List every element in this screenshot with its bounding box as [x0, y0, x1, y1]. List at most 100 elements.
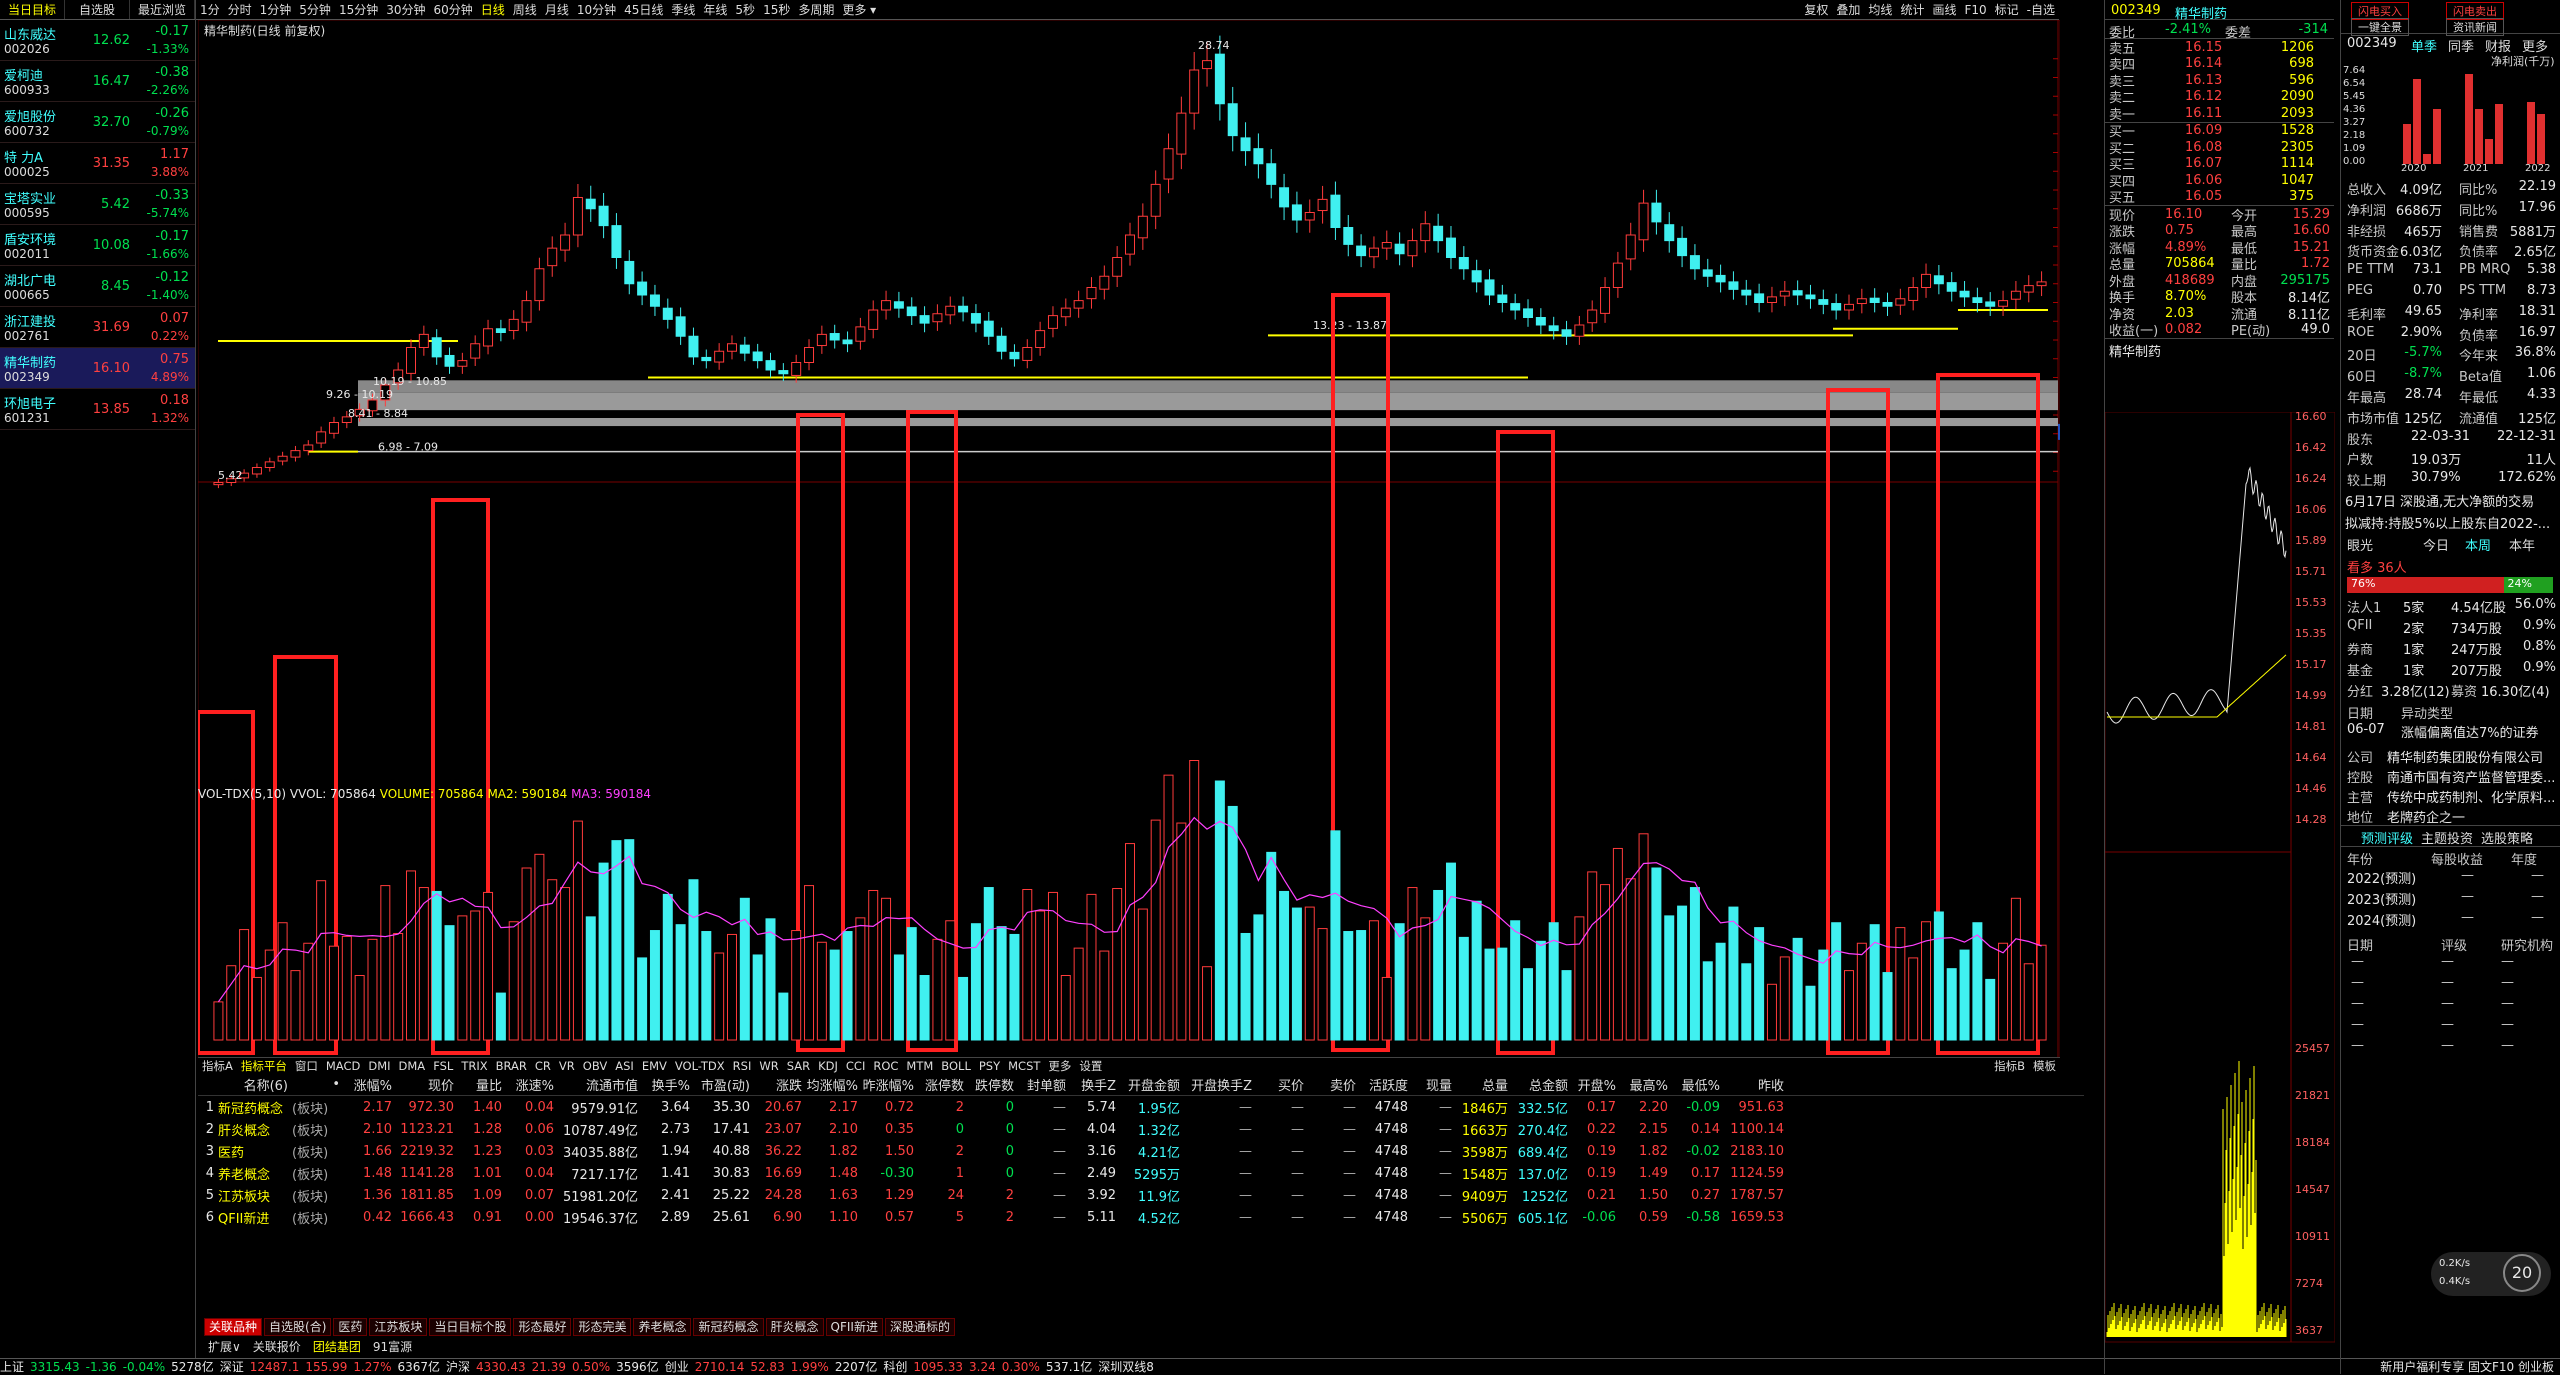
column-header[interactable]: 换手% [642, 1075, 694, 1094]
expand-item[interactable]: 91富源 [369, 1338, 416, 1355]
sentiment-tab[interactable]: 本年 [2509, 535, 2535, 554]
section-tab[interactable]: 形态最好 [513, 1318, 572, 1336]
indicator-tab[interactable]: MACD [322, 1058, 364, 1073]
section-tab[interactable]: 关联品种 [204, 1318, 263, 1336]
order-level[interactable]: 买五 16.05 375 [2105, 189, 2334, 206]
indicator-tab[interactable]: BOLL [937, 1058, 975, 1073]
order-level[interactable]: 卖五 16.15 1206 [2105, 39, 2334, 57]
order-level[interactable]: 买三 16.07 1114 [2105, 156, 2334, 173]
column-header[interactable]: • [292, 1077, 344, 1092]
period-tab[interactable]: 30分钟 [382, 1, 429, 18]
column-header[interactable]: 开盘% [1572, 1075, 1620, 1094]
period-tab[interactable]: 60分钟 [430, 1, 477, 18]
column-header[interactable]: 均涨幅% [806, 1075, 862, 1094]
fin-tab[interactable]: 单季 [2411, 36, 2437, 55]
indicator-tab[interactable]: RSI [729, 1058, 756, 1073]
column-header[interactable]: 昨涨幅% [862, 1075, 918, 1094]
indicator-tab[interactable]: TRIX [457, 1058, 491, 1073]
indicator-tab[interactable]: 设置 [1075, 1058, 1106, 1073]
expand-item[interactable]: 扩展∨ [204, 1338, 245, 1355]
period-tab[interactable]: 10分钟 [573, 1, 620, 18]
indicator-tab[interactable]: MCST [1004, 1058, 1044, 1073]
indicator-tab[interactable]: CR [531, 1058, 555, 1073]
vol-indicator-name[interactable]: VOL-TDX(5,10) [198, 787, 286, 801]
order-level[interactable]: 买四 16.06 1047 [2105, 172, 2334, 190]
fin-tab[interactable]: 更多 [2522, 36, 2548, 55]
section-tab[interactable]: QFII新进 [825, 1318, 883, 1336]
column-header[interactable]: 换手Z [1070, 1075, 1120, 1094]
section-tab[interactable]: 深股通标的 [884, 1318, 955, 1336]
order-level[interactable]: 买一 16.09 1528 [2105, 123, 2334, 140]
watchlist-row[interactable]: 宝塔实业 000595 5.42 -0.33 -5.74% [0, 184, 195, 225]
network-speed-widget[interactable]: 0.2K/s 0.4K/s 20 [2431, 1252, 2551, 1296]
watchlist-row[interactable]: 湖北广电 000665 8.45 -0.12 -1.40% [0, 266, 195, 307]
section-tab[interactable]: 自选股(合) [264, 1318, 332, 1336]
section-tab[interactable]: 肝炎概念 [765, 1318, 824, 1336]
watchlist-tab[interactable]: 自选股 [65, 0, 130, 19]
column-header[interactable]: 现量 [1412, 1075, 1456, 1094]
table-row[interactable]: 3 医药 (板块) 1.66 2219.32 1.23 0.03 34035.88亿 1.94 4… [198, 1140, 2084, 1162]
kline-chart[interactable]: 28.0027.0026.0025.0024.0023.0022.0021.00… [198, 20, 2060, 1060]
period-tab[interactable]: 日线 [477, 1, 509, 18]
watchlist-row[interactable]: 山东威达 002026 12.62 -0.17 -1.33% [0, 20, 195, 61]
column-header[interactable]: 涨速% [506, 1075, 558, 1094]
news-item[interactable]: 6月17日 深股通,无大净额的交易 [2341, 489, 2560, 511]
column-header[interactable]: 昨收 [1724, 1075, 1788, 1094]
watchlist-tab[interactable]: 当日目标 [0, 0, 65, 19]
watchlist-row[interactable]: 环旭电子 601231 13.85 0.18 1.32% [0, 389, 195, 430]
intraday-mini-chart[interactable]: 16.60 16.42 16.24 16.06 15.89 15.71 15.53 15.35… [2105, 412, 2335, 1362]
indicator-tab[interactable]: PSY [975, 1058, 1004, 1073]
period-tab[interactable]: 45日线 [620, 1, 667, 18]
fin-tab[interactable]: 同季 [2448, 36, 2474, 55]
watchlist-row[interactable]: 爱旭股份 600732 32.70 -0.26 -0.79% [0, 102, 195, 143]
period-tab[interactable]: 分时 [224, 1, 256, 18]
column-header[interactable]: 量比 [458, 1075, 506, 1094]
indicator-tab[interactable]: 指标B [1990, 1058, 2029, 1073]
period-tab[interactable]: 1分 [196, 1, 224, 18]
section-tab[interactable]: 当日目标个股 [429, 1318, 512, 1336]
period-tab[interactable]: 周线 [509, 1, 541, 18]
column-header[interactable]: 名称(6) [218, 1075, 292, 1094]
indicator-tab[interactable]: 指标平台 [237, 1058, 291, 1073]
indicator-tab[interactable]: 模板 [2029, 1058, 2060, 1073]
column-header[interactable]: 涨幅% [344, 1075, 396, 1094]
section-tab[interactable]: 形态完美 [573, 1318, 632, 1336]
toolbar-button[interactable]: 均线 [1864, 1, 1896, 18]
indicator-tab[interactable]: WR [755, 1058, 782, 1073]
indicator-tab[interactable]: VR [555, 1058, 579, 1073]
watchlist-row[interactable]: 浙江建投 002761 31.69 0.07 0.22% [0, 307, 195, 348]
column-header[interactable]: 买价 [1256, 1075, 1308, 1094]
period-tab[interactable]: 5分钟 [295, 1, 335, 18]
table-row[interactable]: 6 QFII新进 (板块) 0.42 1666.43 0.91 0.00 19546.37亿 2… [198, 1206, 2084, 1228]
column-header[interactable]: 涨停数 [918, 1075, 968, 1094]
indicator-tab[interactable]: DMA [395, 1058, 430, 1073]
period-tab[interactable]: 5秒 [731, 1, 759, 18]
column-header[interactable]: 流通市值 [558, 1075, 642, 1094]
sentiment-tab[interactable]: 今日 [2423, 535, 2449, 554]
order-level[interactable]: 卖二 16.12 2090 [2105, 89, 2334, 106]
toolbar-button[interactable]: 统计 [1896, 1, 1928, 18]
period-tab[interactable]: 月线 [541, 1, 573, 18]
period-tab[interactable]: 15秒 [759, 1, 794, 18]
indicator-tab[interactable]: SAR [783, 1058, 814, 1073]
column-header[interactable]: 市盈(动) [694, 1075, 754, 1094]
watchlist-row[interactable]: 精华制药 002349 16.10 0.75 4.89% [0, 348, 195, 389]
section-tab[interactable]: 新冠药概念 [693, 1318, 764, 1336]
sentiment-tab[interactable]: 本周 [2465, 535, 2491, 554]
column-header[interactable]: 总金额 [1512, 1075, 1572, 1094]
indicator-tab[interactable]: 指标A [198, 1058, 237, 1073]
column-header[interactable]: 活跃度 [1360, 1075, 1412, 1094]
toolbar-button[interactable]: F10 [1960, 3, 1990, 17]
column-header[interactable]: 开盘换手Z [1184, 1075, 1256, 1094]
indicator-tab[interactable]: BRAR [492, 1058, 531, 1073]
column-header[interactable]: 最低% [1672, 1075, 1724, 1094]
column-header[interactable]: 现价 [396, 1075, 458, 1094]
pred-tab[interactable]: 主题投资 [2421, 828, 2473, 847]
fin-tab[interactable]: 财报 [2485, 36, 2511, 55]
column-header[interactable]: 开盘金额 [1120, 1075, 1184, 1094]
period-tab[interactable]: 年线 [699, 1, 731, 18]
pred-tab[interactable]: 预测评级 [2361, 828, 2413, 847]
table-row[interactable]: 2 肝炎概念 (板块) 2.10 1123.21 1.28 0.06 10787.49亿 2.7… [198, 1118, 2084, 1140]
section-tab[interactable]: 医药 [333, 1318, 368, 1336]
news-item[interactable]: 拟减持:持股5%以上股东自2022-... [2341, 511, 2560, 533]
